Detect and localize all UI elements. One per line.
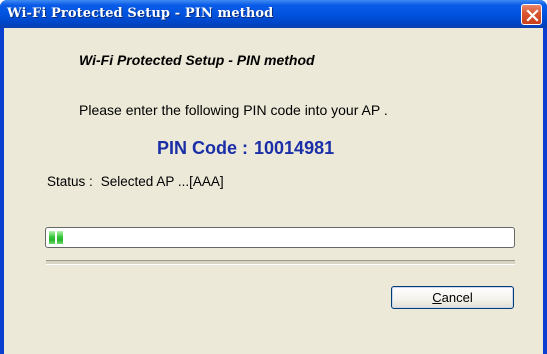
cancel-button-label: ancel bbox=[441, 290, 473, 305]
dialog-body: Wi-Fi Protected Setup - PIN method Pleas… bbox=[4, 28, 543, 354]
dialog-heading: Wi-Fi Protected Setup - PIN method bbox=[79, 52, 315, 68]
progress-fill bbox=[49, 231, 63, 244]
progress-bar bbox=[45, 227, 515, 248]
pin-code-value: 10014981 bbox=[254, 138, 335, 158]
progress-segment bbox=[49, 231, 55, 244]
cancel-button-accelerator: C bbox=[432, 290, 442, 305]
title-bar[interactable]: Wi-Fi Protected Setup - PIN method bbox=[0, 0, 547, 28]
divider bbox=[46, 260, 515, 265]
status-label: Status : bbox=[47, 174, 93, 189]
pin-code-line: PIN Code :10014981 bbox=[157, 138, 334, 159]
close-button[interactable] bbox=[521, 4, 542, 25]
status-line: Status : Selected AP ...[AAA] bbox=[47, 174, 224, 189]
instruction-text: Please enter the following PIN code into… bbox=[79, 102, 388, 118]
cancel-button[interactable]: Cancel bbox=[391, 286, 514, 309]
window-title: Wi-Fi Protected Setup - PIN method bbox=[7, 6, 274, 21]
progress-segment bbox=[57, 231, 63, 244]
dialog-window: Wi-Fi Protected Setup - PIN method Wi-Fi… bbox=[0, 0, 547, 354]
status-value: Selected AP ...[AAA] bbox=[100, 174, 224, 189]
close-icon bbox=[526, 9, 539, 22]
pin-code-label: PIN Code : bbox=[157, 138, 249, 158]
